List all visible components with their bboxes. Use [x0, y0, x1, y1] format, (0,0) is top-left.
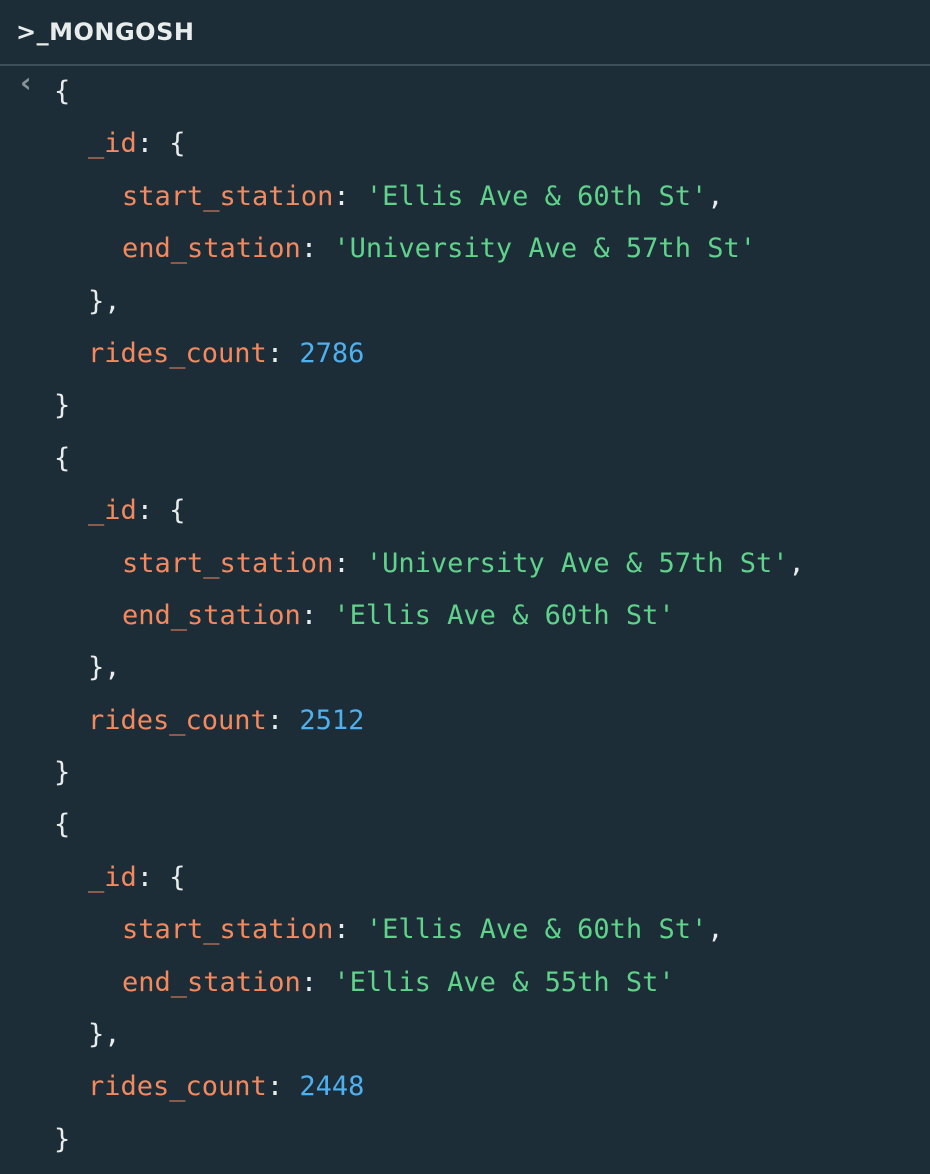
- start-station-value: 'University Ave & 57th St': [365, 547, 789, 579]
- id-line: _id: {: [88, 495, 186, 527]
- start-station-key: start_station: [122, 180, 334, 212]
- end-station-key: end_station: [122, 233, 301, 265]
- id-close-brace: },: [88, 285, 121, 317]
- result-document: { _id: { start_station: 'Ellis Ave & 60t…: [0, 799, 930, 1166]
- document-open-brace: {: [54, 442, 71, 474]
- rides-count-value: 2786: [299, 337, 365, 369]
- rides-count-key: rides_count: [88, 337, 267, 369]
- result-document: { _id: { start_station: 'Ellis Ave & 60t…: [0, 66, 930, 433]
- result-document: { _id: { start_station: 'University Ave …: [0, 433, 930, 800]
- document-close-brace: }: [54, 757, 71, 789]
- id-line: _id: {: [88, 128, 186, 160]
- rides-count-value: 2448: [299, 1071, 365, 1103]
- start-station-line: start_station: 'Ellis Ave & 60th St',: [122, 180, 724, 212]
- end-station-line: end_station: 'Ellis Ave & 60th St': [122, 599, 675, 631]
- end-station-key: end_station: [122, 599, 301, 631]
- id-close-brace: },: [88, 1019, 121, 1051]
- document-close-brace: }: [54, 390, 71, 422]
- mongosh-window: >_MONGOSH ‹ { _id: { start_station: 'Ell…: [0, 0, 930, 1174]
- rides-count-line: rides_count: 2448: [88, 1071, 365, 1103]
- start-station-line: start_station: 'Ellis Ave & 60th St',: [122, 914, 724, 946]
- start-station-key: start_station: [122, 914, 334, 946]
- document-open-brace: {: [54, 76, 71, 107]
- start-station-line: start_station: 'University Ave & 57th St…: [122, 547, 805, 579]
- start-station-value: 'Ellis Ave & 60th St': [365, 914, 708, 946]
- rides-count-line: rides_count: 2512: [88, 704, 365, 736]
- id-key: _id: [88, 495, 137, 527]
- end-station-value: 'Ellis Ave & 60th St': [333, 599, 675, 631]
- end-station-value: 'Ellis Ave & 55th St': [333, 966, 675, 998]
- start-station-key: start_station: [122, 547, 334, 579]
- query-output: ‹ { _id: { start_station: 'Ellis Ave & 6…: [0, 66, 930, 1166]
- document-open-brace: {: [54, 809, 71, 841]
- end-station-key: end_station: [122, 966, 301, 998]
- rides-count-key: rides_count: [88, 1071, 267, 1103]
- id-close-brace: },: [88, 652, 121, 684]
- end-station-line: end_station: 'Ellis Ave & 55th St': [122, 966, 675, 998]
- shell-title: >_MONGOSH: [16, 18, 195, 46]
- rides-count-line: rides_count: 2786: [88, 337, 365, 369]
- rides-count-key: rides_count: [88, 704, 267, 736]
- rides-count-value: 2512: [299, 704, 365, 736]
- start-station-value: 'Ellis Ave & 60th St': [365, 180, 708, 212]
- id-key: _id: [88, 128, 137, 160]
- id-key: _id: [88, 861, 137, 893]
- end-station-line: end_station: 'University Ave & 57th St': [122, 233, 756, 265]
- document-close-brace: }: [54, 1123, 71, 1155]
- id-line: _id: {: [88, 861, 186, 893]
- end-station-value: 'University Ave & 57th St': [333, 233, 756, 265]
- mongosh-header: >_MONGOSH: [0, 0, 930, 66]
